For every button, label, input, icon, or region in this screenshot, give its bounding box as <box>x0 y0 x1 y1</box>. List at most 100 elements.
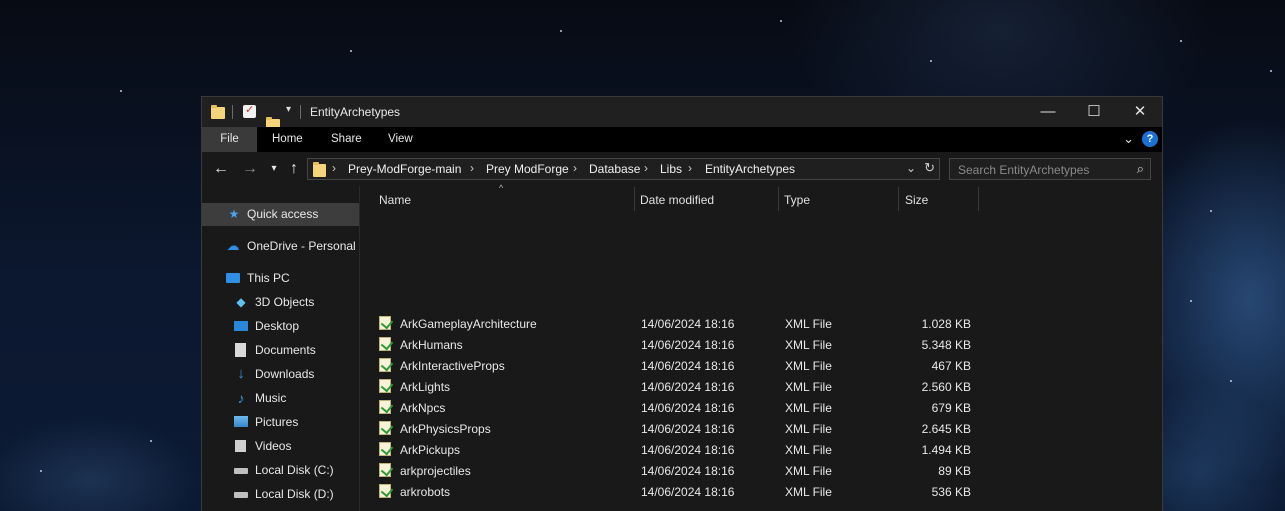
document-icon <box>235 343 246 357</box>
table-row[interactable]: ArkPickups 14/06/2024 18:16 XML File 1.4… <box>376 440 982 461</box>
breadcrumb-item[interactable]: Database <box>589 162 640 176</box>
file-explorer-window: ✓ ▾ EntityArchetypes — ☐ ✕ File Home Sha… <box>201 96 1163 511</box>
file-size: 467 KB <box>931 359 971 373</box>
file-type: XML File <box>785 422 832 436</box>
breadcrumb-item[interactable]: Libs <box>660 162 682 176</box>
tab-home[interactable]: Home <box>272 127 303 152</box>
sidebar-item-label: OneDrive - Personal <box>247 239 356 253</box>
column-divider[interactable] <box>978 187 979 211</box>
xml-file-icon <box>379 379 391 393</box>
breadcrumb-item[interactable]: Prey-ModForge-main <box>348 162 461 176</box>
title-bar[interactable]: ✓ ▾ EntityArchetypes — ☐ ✕ <box>202 97 1162 131</box>
tab-view[interactable]: View <box>388 127 413 152</box>
column-header-type[interactable]: Type <box>784 188 810 213</box>
chevron-right-icon[interactable]: › <box>573 161 577 175</box>
search-icon[interactable]: ⌕ <box>1137 161 1144 177</box>
sidebar-item-label: 3D Objects <box>255 295 315 309</box>
help-icon[interactable]: ? <box>1142 131 1158 147</box>
file-name: ArkPhysicsProps <box>400 422 491 436</box>
sidebar-item-downloads[interactable]: ↓ Downloads <box>202 363 359 386</box>
cube-icon: ◆ <box>236 295 246 309</box>
file-name: ArkPickups <box>400 443 461 457</box>
sidebar-item-local-disk-c[interactable]: Local Disk (C:) <box>202 459 359 482</box>
table-row[interactable]: arkrobots 14/06/2024 18:16 XML File 536 … <box>376 482 982 503</box>
chevron-right-icon[interactable]: › <box>688 161 692 175</box>
up-arrow-icon[interactable]: ↑ <box>284 159 304 179</box>
file-name: ArkLights <box>400 380 451 394</box>
xml-file-icon <box>379 463 391 477</box>
file-name: ArkGameplayArchitecture <box>400 317 537 331</box>
sidebar-item-label: Music <box>255 391 287 405</box>
maximize-button[interactable]: ☐ <box>1071 97 1117 127</box>
table-row[interactable]: arkprojectiles 14/06/2024 18:16 XML File… <box>376 461 982 482</box>
file-date: 14/06/2024 18:16 <box>641 464 735 478</box>
table-row[interactable]: ArkInteractiveProps 14/06/2024 18:16 XML… <box>376 356 982 377</box>
search-input[interactable] <box>956 161 1130 179</box>
close-button[interactable]: ✕ <box>1117 97 1162 127</box>
address-dropdown-chevron-icon[interactable]: ⌄ <box>906 161 916 175</box>
column-header-date-modified[interactable]: Date modified <box>640 188 714 213</box>
file-date: 14/06/2024 18:16 <box>641 380 735 394</box>
table-row[interactable]: ArkGameplayArchitecture 14/06/2024 18:16… <box>376 314 982 335</box>
separator <box>232 105 233 119</box>
file-type: XML File <box>785 401 832 415</box>
minimize-button[interactable]: — <box>1025 97 1071 127</box>
sidebar-item-pictures[interactable]: Pictures <box>202 411 359 434</box>
file-type: XML File <box>785 443 832 457</box>
sidebar-item-this-pc[interactable]: This PC <box>202 267 359 290</box>
sidebar-item-videos[interactable]: Videos <box>202 435 359 458</box>
desktop-icon <box>234 321 248 331</box>
table-row[interactable]: ArkLights 14/06/2024 18:16 XML File 2.56… <box>376 377 982 398</box>
expand-ribbon-chevron-icon[interactable]: ⌄ <box>1123 131 1134 147</box>
chevron-right-icon[interactable]: › <box>470 161 474 175</box>
file-date: 14/06/2024 18:16 <box>641 359 735 373</box>
file-name: arkprojectiles <box>400 464 471 478</box>
column-divider[interactable] <box>898 187 899 211</box>
navigation-pane: ★ Quick access ☁ OneDrive - Personal Thi… <box>202 186 360 511</box>
sidebar-item-label: Quick access <box>247 207 319 221</box>
xml-file-icon <box>379 484 391 498</box>
table-row[interactable]: ArkHumans 14/06/2024 18:16 XML File 5.34… <box>376 335 982 356</box>
xml-file-icon <box>379 421 391 435</box>
sidebar-item-music[interactable]: ♪ Music <box>202 387 359 410</box>
column-header-size[interactable]: Size <box>905 188 928 213</box>
tab-share[interactable]: Share <box>331 127 362 152</box>
refresh-icon[interactable]: ↻ <box>924 160 935 176</box>
pictures-icon <box>234 416 248 427</box>
properties-icon[interactable]: ✓ <box>243 104 256 118</box>
back-arrow-icon[interactable]: ← <box>211 159 231 179</box>
customize-toolbar-chevron-icon[interactable]: ▾ <box>286 104 291 120</box>
column-header-name[interactable]: Name <box>379 188 411 213</box>
window-title: EntityArchetypes <box>310 105 401 119</box>
video-icon <box>235 440 246 452</box>
search-box[interactable]: ⌕ <box>949 158 1151 180</box>
sidebar-item-onedrive[interactable]: ☁ OneDrive - Personal <box>202 235 359 258</box>
sidebar-item-documents[interactable]: Documents <box>202 339 359 362</box>
column-divider[interactable] <box>634 187 635 211</box>
file-size: 89 KB <box>938 464 971 478</box>
column-divider[interactable] <box>778 187 779 211</box>
file-size: 536 KB <box>931 485 971 499</box>
tab-file[interactable]: File <box>202 127 257 152</box>
forward-arrow-icon[interactable]: → <box>240 159 260 179</box>
table-row[interactable]: ArkPhysicsProps 14/06/2024 18:16 XML Fil… <box>376 419 982 440</box>
chevron-right-icon[interactable]: › <box>332 161 336 175</box>
file-name: ArkNpcs <box>400 401 446 415</box>
xml-file-icon <box>379 442 391 456</box>
sidebar-item-3d-objects[interactable]: ◆ 3D Objects <box>202 291 359 314</box>
recent-locations-chevron-icon[interactable]: ▾ <box>264 159 284 179</box>
file-size: 1.494 KB <box>921 443 971 457</box>
file-date: 14/06/2024 18:16 <box>641 401 735 415</box>
breadcrumb-item[interactable]: EntityArchetypes <box>705 162 795 176</box>
sidebar-item-quick-access[interactable]: ★ Quick access <box>202 203 359 226</box>
sidebar-item-desktop[interactable]: Desktop <box>202 315 359 338</box>
xml-file-icon <box>379 358 391 372</box>
sidebar-item-label: Documents <box>255 343 316 357</box>
sidebar-item-label: Videos <box>255 439 292 453</box>
breadcrumb-item[interactable]: Prey ModForge <box>486 162 569 176</box>
ribbon-tabs: File Home Share View ⌄ ? <box>202 127 1162 152</box>
chevron-right-icon[interactable]: › <box>644 161 648 175</box>
table-row[interactable]: ArkNpcs 14/06/2024 18:16 XML File 679 KB <box>376 398 982 419</box>
sidebar-item-local-disk-d[interactable]: Local Disk (D:) <box>202 483 359 506</box>
address-bar[interactable]: › Prey-ModForge-main › Prey ModForge › D… <box>307 158 940 180</box>
